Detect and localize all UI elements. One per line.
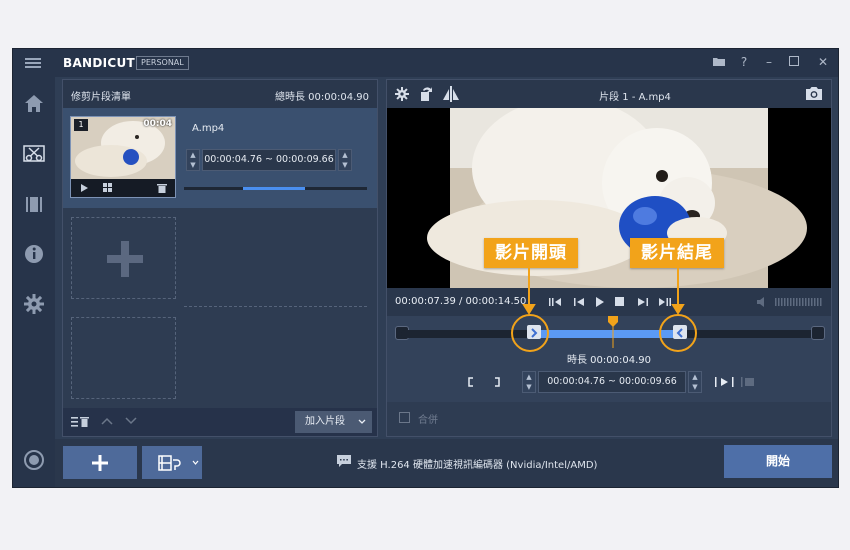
start-button[interactable]: 開始 — [724, 445, 832, 478]
chat-icon — [337, 455, 351, 467]
add-file-button[interactable] — [63, 446, 137, 479]
chevron-down-icon — [192, 460, 199, 465]
film-mode-icon — [158, 455, 181, 471]
bottom-bar: 支援 H.264 硬體加速視訊編碼器 (Nvidia/Intel/AMD) 開始 — [55, 439, 838, 487]
plus-icon — [92, 455, 108, 471]
mode-select-button[interactable] — [142, 446, 202, 479]
end-marker-highlight — [659, 314, 697, 352]
start-marker-highlight — [511, 314, 549, 352]
callout-arrows — [522, 268, 685, 315]
bandicut-window: BANDICUT PERSONAL ? – ✕ 修剪片段清單 總時長 00:00… — [12, 48, 839, 488]
status-text: 支援 H.264 硬體加速視訊編碼器 (Nvidia/Intel/AMD) — [357, 460, 598, 471]
